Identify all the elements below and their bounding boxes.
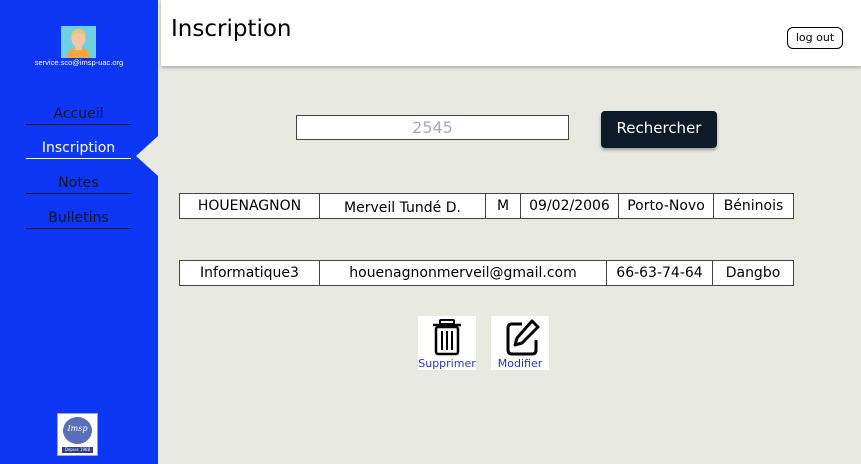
student-birthdate: 09/02/2006 (521, 194, 619, 218)
user-avatar-icon (61, 26, 96, 58)
header: Inscription log out (161, 0, 861, 66)
imsp-logo: Imsp Depuis 1988 (57, 413, 98, 456)
active-nav-pointer (136, 136, 158, 176)
logo-text: Imsp (67, 424, 88, 433)
student-email: houenagnonmerveil@gmail.com (320, 261, 607, 285)
student-row-contact: Informatique3 houenagnonmerveil@gmail.co… (179, 260, 794, 286)
edit-label: Modifier (497, 357, 543, 370)
search-button[interactable]: Rechercher (601, 111, 717, 148)
student-sex: M (486, 194, 521, 218)
student-program: Informatique3 (180, 261, 320, 285)
page-title: Inscription (171, 16, 292, 42)
user-email: service.sco@imsp-uac.org (34, 58, 124, 67)
student-address: Dangbo (725, 265, 781, 281)
sidebar-item-inscription[interactable]: Inscription (26, 139, 131, 159)
search-input[interactable] (296, 115, 569, 140)
trash-icon (433, 319, 461, 356)
delete-label: Supprimer (418, 357, 476, 370)
sidebar-item-bulletins[interactable]: Bulletins (26, 209, 131, 229)
delete-button[interactable]: Supprimer (418, 316, 476, 370)
student-row-identity: HOUENAGNON Merveil Tundé D. M 09/02/2006… (179, 193, 794, 219)
student-nationality: Béninois (723, 198, 784, 214)
student-birthplace: Porto-Novo (619, 194, 714, 218)
student-lastname: HOUENAGNON (180, 194, 320, 218)
edit-button[interactable]: Modifier (491, 316, 549, 370)
sidebar-item-notes[interactable]: Notes (26, 174, 131, 194)
sidebar-item-accueil[interactable]: Accueil (26, 105, 131, 125)
logo-subtext: Depuis 1988 (62, 447, 93, 453)
logout-button[interactable]: log out (787, 27, 843, 49)
student-phone: 66-63-74-64 (607, 261, 713, 285)
edit-icon (506, 319, 540, 356)
sidebar: service.sco@imsp-uac.org Accueil Inscrip… (0, 0, 158, 464)
student-firstname: Merveil Tundé D. (320, 194, 486, 218)
